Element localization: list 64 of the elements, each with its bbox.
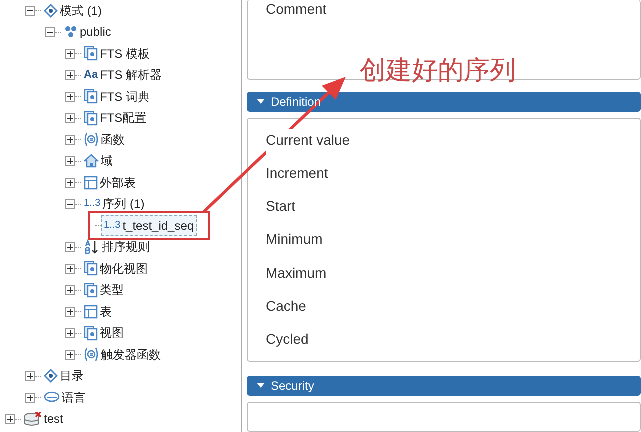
expand-toggle[interactable]	[65, 264, 75, 274]
caret-icon	[257, 99, 265, 105]
expand-toggle[interactable]	[65, 285, 75, 296]
tree-item[interactable]: 1..3 序列 (1)	[81, 194, 148, 214]
expand-toggle[interactable]	[65, 242, 75, 252]
expand-toggle[interactable]	[65, 113, 75, 124]
tree-item[interactable]: 类型	[81, 280, 127, 300]
tree-item[interactable]: 视图	[81, 323, 127, 344]
tree-item[interactable]: Aa FTS 解析器	[81, 65, 166, 86]
tree-item[interactable]: 域	[81, 151, 116, 172]
document-icon	[84, 261, 98, 276]
house-icon	[84, 154, 99, 168]
table-icon	[84, 176, 98, 190]
section-header[interactable]: Security	[247, 376, 641, 396]
tree-item[interactable]: 模式 (1)	[41, 0, 105, 21]
document-icon	[84, 110, 98, 126]
tree-item[interactable]: 目录	[41, 366, 87, 386]
expand-toggle[interactable]	[65, 328, 75, 338]
expand-toggle[interactable]	[5, 414, 15, 424]
tree-item[interactable]: 排序规则	[81, 237, 153, 258]
tree-item[interactable]: test	[21, 409, 66, 430]
expand-toggle[interactable]	[65, 178, 75, 188]
comment-label: Comment	[266, 1, 328, 17]
tree-item[interactable]: FTS配置	[81, 108, 150, 128]
expand-toggle[interactable]	[65, 156, 75, 166]
tree-item[interactable]: 外部表	[81, 172, 139, 193]
document-icon	[84, 89, 98, 104]
table-icon	[84, 304, 98, 319]
collapse-toggle[interactable]	[65, 199, 75, 210]
tree-item[interactable]: 表	[81, 302, 115, 322]
expand-toggle[interactable]	[65, 350, 75, 360]
tree-item[interactable]: 触发器函数	[81, 344, 164, 365]
function-icon	[84, 347, 99, 362]
tree-item[interactable]: 语言	[41, 388, 89, 408]
sequence-icon: 1..3	[104, 220, 121, 231]
diamond-icon	[44, 4, 58, 18]
tree-item[interactable]: public	[61, 22, 114, 42]
diamond-icon	[44, 369, 58, 384]
expand-toggle[interactable]	[25, 371, 35, 382]
expand-toggle[interactable]	[65, 92, 75, 102]
sequence-icon: 1..3	[84, 199, 101, 210]
expand-toggle[interactable]	[65, 70, 75, 80]
collapse-toggle[interactable]	[25, 6, 35, 16]
document-icon	[84, 326, 98, 341]
tree-item[interactable]: 函数	[81, 130, 128, 150]
expand-toggle[interactable]	[25, 392, 35, 403]
tree-item[interactable]: 1..3 t_test_id_seq	[101, 215, 198, 236]
database-icon	[24, 412, 42, 427]
caret-icon	[257, 383, 265, 389]
document-icon	[84, 282, 98, 298]
tree-item[interactable]: FTS 模板	[81, 44, 153, 64]
tree-item[interactable]: FTS 词典	[81, 86, 153, 107]
speech-icon	[44, 391, 60, 404]
expand-toggle[interactable]	[65, 134, 75, 145]
expand-toggle[interactable]	[65, 48, 75, 59]
tree-item[interactable]: 物化视图	[81, 258, 151, 279]
cluster-icon	[64, 25, 78, 40]
expand-toggle[interactable]	[65, 306, 75, 317]
document-icon	[84, 46, 98, 62]
function-icon	[84, 132, 99, 148]
sort-icon	[84, 239, 100, 256]
collapse-toggle[interactable]	[45, 27, 55, 38]
annotation-text: 创建好的序列	[360, 55, 516, 88]
font-icon: Aa	[84, 70, 98, 81]
